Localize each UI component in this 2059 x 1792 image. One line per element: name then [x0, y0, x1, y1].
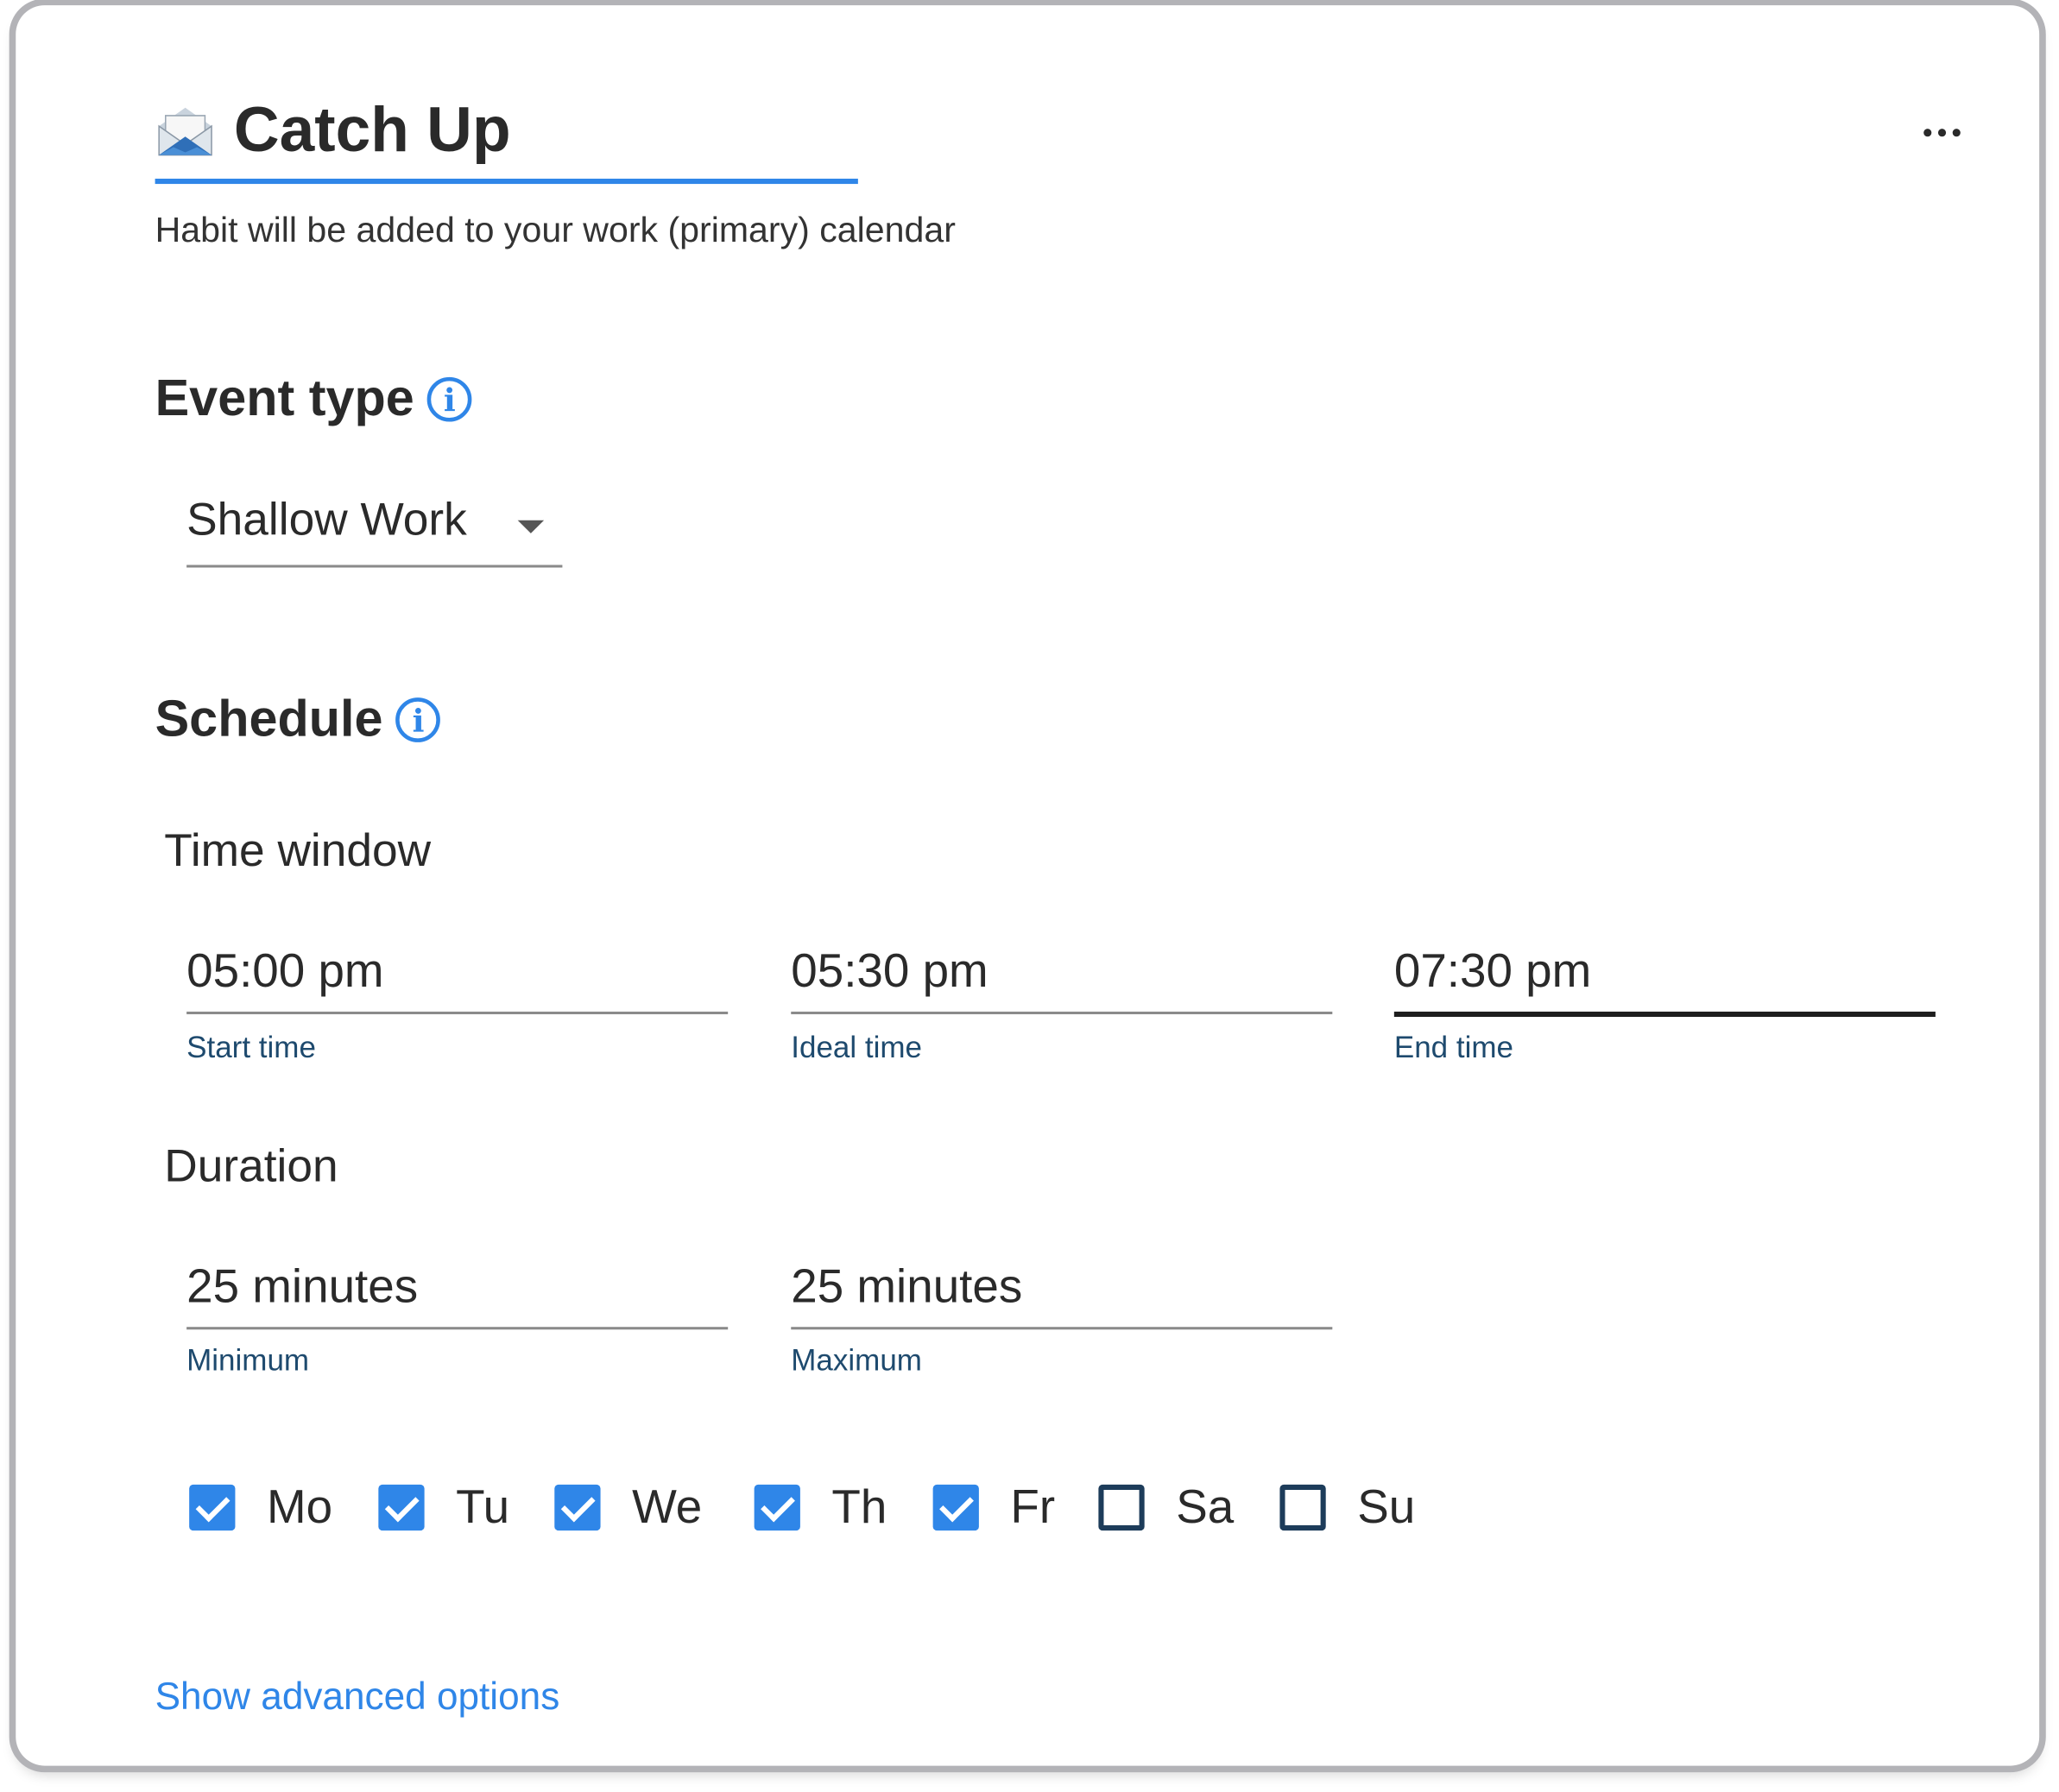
event-type-heading: Event type i	[155, 370, 472, 428]
checkbox-su[interactable]	[1279, 1484, 1326, 1530]
event-type-value: Shallow Work	[186, 494, 467, 546]
end-time-value: 07:30 pm	[1393, 943, 1592, 998]
habit-title: Catch Up	[233, 96, 511, 166]
end-time-caption: End time	[1393, 1030, 1513, 1064]
start-time-value: 05:00 pm	[186, 943, 384, 998]
end-time-input[interactable]: 07:30 pm	[1393, 931, 1936, 1018]
day-label-mo: Mo	[266, 1479, 333, 1534]
day-toggle-th[interactable]: Th	[754, 1479, 887, 1535]
event-type-heading-text: Event type	[155, 370, 414, 427]
time-window-label: Time window	[164, 824, 432, 877]
habit-card: Catch Up Habit will be added to your wor…	[16, 5, 2040, 1766]
day-label-th: Th	[831, 1479, 887, 1534]
minimum-duration-input[interactable]: 25 minutes	[186, 1246, 729, 1330]
start-time-caption: Start time	[186, 1030, 316, 1064]
calendar-note: Habit will be added to your work (primar…	[155, 210, 956, 250]
day-toggle-mo[interactable]: Mo	[189, 1480, 332, 1535]
minimum-duration-caption: Minimum	[186, 1342, 310, 1378]
info-icon[interactable]: i	[395, 697, 441, 742]
checkbox-tu[interactable]	[378, 1484, 425, 1530]
more-dot-icon	[1952, 129, 1961, 137]
habit-title-field[interactable]: Catch Up	[155, 92, 858, 185]
more-dot-icon	[1923, 129, 1932, 137]
start-time-input[interactable]: 05:00 pm	[186, 931, 729, 1014]
ideal-time-value: 05:30 pm	[791, 943, 988, 998]
maximum-duration-value: 25 minutes	[791, 1259, 1023, 1313]
checkbox-we[interactable]	[554, 1484, 601, 1530]
minimum-duration-value: 25 minutes	[186, 1259, 419, 1313]
day-label-sa: Sa	[1176, 1479, 1235, 1534]
more-options-button[interactable]	[1908, 113, 1976, 153]
checkbox-mo[interactable]	[189, 1484, 236, 1530]
day-toggle-we[interactable]: We	[554, 1480, 702, 1535]
more-dot-icon	[1937, 129, 1947, 137]
event-type-select[interactable]: Shallow Work	[186, 489, 563, 568]
schedule-heading-text: Schedule	[155, 691, 383, 748]
day-toggle-fr[interactable]: Fr	[932, 1479, 1056, 1535]
day-toggle-sa[interactable]: Sa	[1098, 1480, 1234, 1535]
day-label-tu: Tu	[456, 1479, 510, 1534]
caret-down-icon	[517, 520, 545, 533]
checkbox-fr[interactable]	[932, 1484, 979, 1530]
show-advanced-options-link[interactable]: Show advanced options	[155, 1676, 560, 1719]
schedule-heading: Schedule i	[155, 691, 441, 749]
day-label-fr: Fr	[1010, 1479, 1056, 1534]
info-icon[interactable]: i	[427, 376, 472, 422]
day-label-we: We	[632, 1479, 703, 1534]
day-label-su: Su	[1357, 1479, 1416, 1534]
day-toggle-tu[interactable]: Tu	[378, 1480, 509, 1535]
maximum-duration-caption: Maximum	[791, 1342, 922, 1378]
day-toggle-su[interactable]: Su	[1279, 1480, 1415, 1535]
envelope-icon	[158, 107, 212, 156]
checkbox-sa[interactable]	[1098, 1484, 1145, 1530]
checkbox-th[interactable]	[754, 1484, 800, 1530]
ideal-time-input[interactable]: 05:30 pm	[791, 931, 1333, 1014]
ideal-time-caption: Ideal time	[791, 1030, 923, 1064]
maximum-duration-input[interactable]: 25 minutes	[791, 1246, 1333, 1330]
duration-label: Duration	[164, 1140, 338, 1192]
